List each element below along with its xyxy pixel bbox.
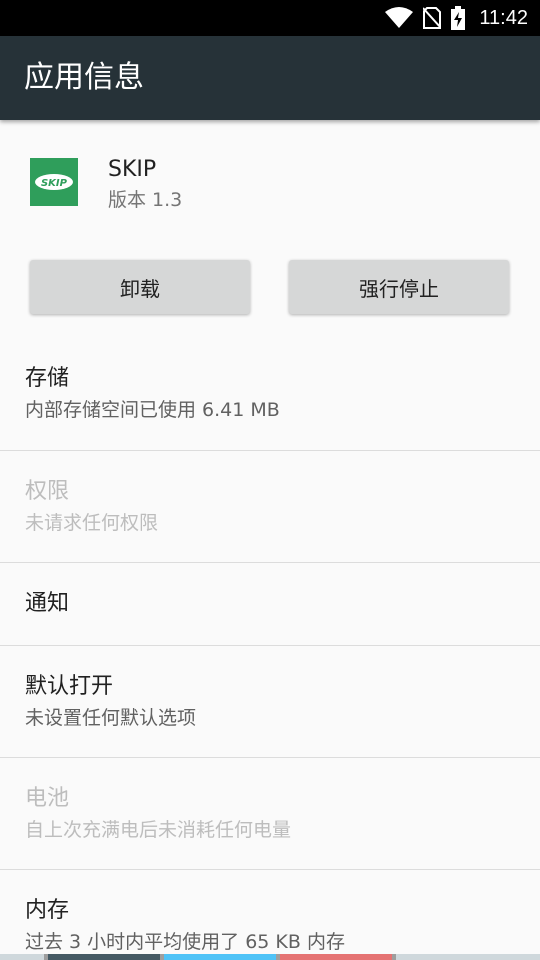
battery-charging-icon [451, 6, 466, 30]
storage-item[interactable]: 存储 内部存储空间已使用 6.41 MB [0, 340, 540, 451]
storage-summary: 内部存储空间已使用 6.41 MB [25, 399, 280, 421]
status-icons: 11:42 [385, 0, 528, 36]
app-icon-label: SKIP [41, 178, 68, 189]
app-icon: SKIP [30, 158, 78, 206]
toolbar: 应用信息 [0, 36, 540, 120]
battery-item: 电池 自上次充满电后未消耗任何电量 [0, 758, 540, 870]
taskbar-slot [164, 954, 276, 960]
taskbar-slot [280, 954, 392, 960]
default-open-title: 默认打开 [25, 674, 114, 699]
status-bar: 11:42 [0, 0, 540, 36]
taskbar-strip [0, 954, 540, 960]
no-sim-icon [423, 7, 442, 29]
notifications-title: 通知 [25, 591, 70, 616]
app-header: SKIP SKIP 版本 1.3 [0, 120, 540, 250]
skip-logo-icon: SKIP [30, 158, 78, 206]
permissions-item: 权限 未请求任何权限 [0, 451, 540, 563]
taskbar-slot [396, 954, 540, 960]
memory-summary: 过去 3 小时内平均使用了 65 KB 内存 [25, 931, 345, 953]
app-version: 版本 1.3 [108, 189, 183, 211]
memory-title: 内存 [25, 898, 70, 923]
default-open-item[interactable]: 默认打开 未设置任何默认选项 [0, 646, 540, 758]
uninstall-button[interactable]: 卸载 [30, 260, 250, 314]
wifi-icon [385, 7, 414, 28]
battery-title: 电池 [25, 786, 70, 811]
force-stop-button[interactable]: 强行停止 [289, 260, 509, 314]
taskbar-slot [48, 954, 160, 960]
page-title: 应用信息 [24, 60, 144, 95]
battery-summary: 自上次充满电后未消耗任何电量 [25, 819, 292, 841]
status-time: 11:42 [479, 6, 528, 29]
notifications-item[interactable]: 通知 [0, 563, 540, 646]
taskbar-slot [0, 954, 44, 960]
permissions-summary: 未请求任何权限 [25, 512, 159, 534]
permissions-title: 权限 [25, 479, 70, 504]
app-name: SKIP [108, 157, 157, 182]
memory-item[interactable]: 内存 过去 3 小时内平均使用了 65 KB 内存 [0, 870, 540, 960]
default-open-summary: 未设置任何默认选项 [25, 707, 197, 729]
storage-title: 存储 [25, 366, 70, 391]
